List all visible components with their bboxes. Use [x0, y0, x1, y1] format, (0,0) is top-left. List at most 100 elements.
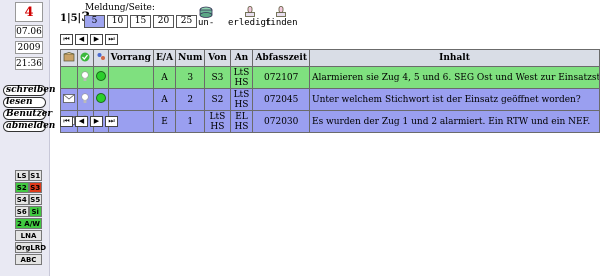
drum-icon: [199, 6, 213, 18]
status-cell[interactable]: 2 A/W: [15, 218, 42, 229]
messages-table: Vorrang E/A Num Von An Abfasszeit Inhalt…: [59, 49, 600, 133]
status-cell[interactable]: S2: [15, 182, 29, 193]
nav-benutzer[interactable]: Benutzer: [3, 109, 52, 120]
people-icon: [97, 52, 105, 60]
nav-schreiben[interactable]: schreiben: [3, 85, 56, 96]
col-vorrang[interactable]: Vorrang: [107, 49, 154, 67]
page-list[interactable]: 1|5|: [60, 13, 81, 24]
stamp-icon: [244, 6, 255, 17]
status-cell[interactable]: S5: [28, 194, 42, 205]
date-display: 07.06: [15, 25, 43, 38]
filter-finden-label: finden: [265, 18, 298, 28]
num-cell: 3: [175, 66, 206, 89]
col-von[interactable]: Von: [204, 49, 231, 67]
status-row: S6 Si: [15, 206, 42, 217]
pager-bottom: ⏮ ◀ ▶ ⏭: [60, 116, 120, 127]
status-row: LS S1: [15, 170, 42, 181]
message-count: 4: [15, 2, 43, 22]
von-cell: S3: [204, 66, 231, 89]
nav-lesen[interactable]: lesen: [3, 97, 46, 108]
col-num[interactable]: Num: [175, 49, 206, 67]
table-row[interactable]: A 3 S3 LtS HS 072107 Alarmieren sie Zug 4, 5 …: [59, 66, 600, 89]
status-grid: LS S1 S2 S3 S4 S5 S6 Si 2 A/W LNA OrgLRD ABC: [15, 170, 46, 266]
status-row: S2 S3: [15, 182, 42, 193]
bulb-icon: [81, 70, 90, 85]
status-row: S4 S5: [15, 194, 42, 205]
envelope-cell[interactable]: [59, 88, 79, 111]
an-cell: LtS HS: [229, 66, 254, 89]
table-row[interactable]: A 2 S2 LtS HS 072045 Unter welchem Stichwort …: [59, 88, 600, 111]
time-display: 21:36: [15, 57, 43, 70]
per-page-selector: 5 10 15 20 25: [84, 15, 199, 28]
von-cell: LtS HS: [204, 110, 231, 133]
pager-top: ⏮ ◀ ▶ ⏭: [60, 34, 120, 45]
bulb-icon: [81, 92, 90, 107]
status-cell[interactable]: LNA: [15, 230, 42, 241]
table-row[interactable]: E 1 LtS HS EL HS 072030 Es wurden der Zug 1 u…: [59, 110, 600, 133]
status-cell[interactable]: S1: [28, 170, 42, 181]
left-sidebar: 4 07.06 2009 21:36 schreiben lesen Benut…: [0, 0, 56, 276]
next-page-button[interactable]: ▶: [90, 34, 103, 45]
status-cell[interactable]: S6: [15, 206, 29, 217]
inhalt-cell[interactable]: Alarmieren sie Zug 4, 5 und 6. SEG Ost u…: [309, 66, 600, 89]
status-cell[interactable]: OrgLRD: [15, 242, 46, 253]
package-icon: [63, 51, 75, 61]
envelope-icon: [63, 93, 76, 106]
per-page-option[interactable]: 25: [176, 15, 197, 28]
an-cell: EL HS: [229, 110, 254, 133]
col-inhalt[interactable]: Inhalt: [309, 49, 600, 67]
num-cell: 2: [175, 88, 206, 111]
per-page-option[interactable]: 20: [153, 15, 174, 28]
per-page-option[interactable]: 10: [107, 15, 128, 28]
col-check[interactable]: [77, 49, 94, 67]
next-page-button[interactable]: ▶: [90, 116, 103, 127]
prev-page-button[interactable]: ◀: [75, 116, 88, 127]
status-cell[interactable]: Si: [28, 206, 42, 217]
bulb-cell: [77, 88, 94, 111]
num-cell: 1: [175, 110, 206, 133]
status-cell[interactable]: LS: [15, 170, 29, 181]
check-icon: [80, 52, 90, 61]
ea-cell: A: [152, 66, 177, 89]
ea-cell: E: [152, 110, 177, 133]
abfasszeit-cell: 072107: [252, 66, 310, 89]
col-priority-icon[interactable]: [92, 49, 109, 67]
status-cell[interactable]: S3: [28, 182, 42, 193]
status-dot-icon: [95, 71, 106, 81]
last-page-button[interactable]: ⏭: [105, 116, 118, 127]
von-cell: S2: [204, 88, 231, 111]
filter-finden[interactable]: finden: [265, 6, 298, 28]
vorrang-cell: [107, 66, 154, 89]
per-page-option[interactable]: 5: [84, 15, 105, 28]
year-display: 2009: [15, 41, 43, 54]
bulb-cell: [77, 66, 94, 89]
first-page-button[interactable]: ⏮: [60, 116, 73, 127]
status-dot-cell: [92, 88, 109, 111]
status-dot-cell: [92, 66, 109, 89]
prev-page-button[interactable]: ◀: [75, 34, 88, 45]
filter-unerledigt[interactable]: un-: [198, 6, 214, 28]
abfasszeit-cell: 072045: [252, 88, 310, 111]
inhalt-cell[interactable]: Es wurden der Zug 1 und 2 alarmiert. Ein…: [309, 110, 600, 133]
col-abfasszeit[interactable]: Abfasszeit: [252, 49, 310, 67]
ea-cell: A: [152, 88, 177, 111]
last-page-button[interactable]: ⏭: [105, 34, 118, 45]
abfasszeit-cell: 072030: [252, 110, 310, 133]
col-ea[interactable]: E/A: [152, 49, 177, 67]
status-dot-icon: [95, 93, 106, 103]
per-page-label: Meldung/Seite:: [85, 3, 155, 13]
nav-abmelden[interactable]: abmelden: [3, 121, 55, 132]
status-cell[interactable]: ABC: [15, 254, 42, 265]
first-page-button[interactable]: ⏮: [60, 34, 73, 45]
stamp-icon: [276, 6, 287, 17]
vorrang-cell: [107, 88, 154, 111]
filter-unerledigt-label: un-: [198, 18, 215, 28]
per-page-option[interactable]: 15: [130, 15, 151, 28]
table-header-row: Vorrang E/A Num Von An Abfasszeit Inhalt: [59, 49, 600, 67]
col-envelope[interactable]: [59, 49, 79, 67]
status-cell[interactable]: S4: [15, 194, 29, 205]
inhalt-cell[interactable]: Unter welchem Stichwort ist der Einsatz …: [309, 88, 600, 111]
envelope-cell[interactable]: [59, 66, 79, 89]
an-cell: LtS HS: [229, 88, 254, 111]
col-an[interactable]: An: [229, 49, 254, 67]
